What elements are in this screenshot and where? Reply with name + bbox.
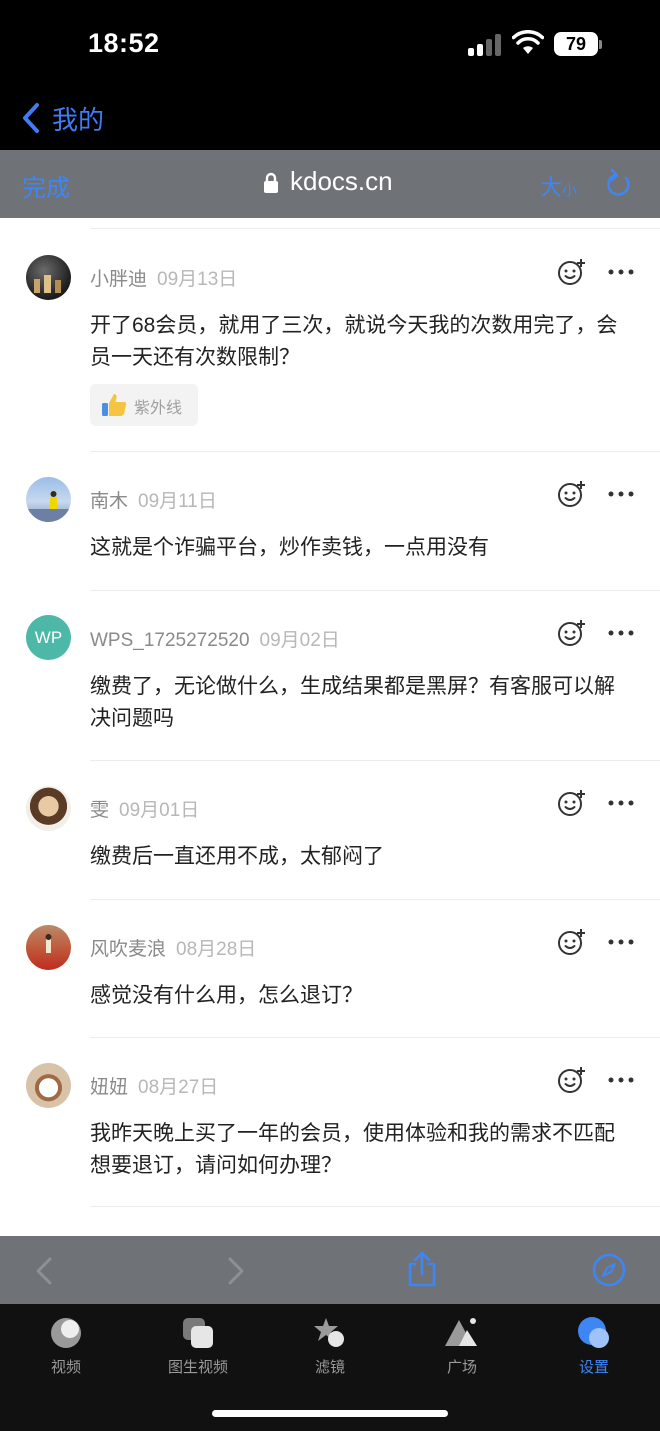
more-options-icon[interactable] xyxy=(608,1077,634,1083)
text-size-button[interactable]: 大小 xyxy=(540,170,577,202)
more-options-icon[interactable] xyxy=(608,269,634,275)
back-chevron-icon[interactable] xyxy=(20,102,42,134)
reload-icon[interactable] xyxy=(604,168,634,200)
tab-label: 视频 xyxy=(50,1359,81,1376)
add-reaction-icon[interactable] xyxy=(557,1066,585,1094)
avatar[interactable] xyxy=(26,477,71,522)
tab-filter[interactable]: 滤镜 xyxy=(290,1316,370,1377)
tab-video[interactable]: 视频 xyxy=(26,1316,106,1377)
url-text[interactable]: kdocs.cn xyxy=(290,166,393,197)
tab-settings[interactable]: 设置 xyxy=(554,1316,634,1377)
add-reaction-icon[interactable] xyxy=(557,480,585,508)
like-chip[interactable]: 紫外线 xyxy=(90,384,198,426)
text-size-small: 小 xyxy=(562,182,578,199)
settings-icon xyxy=(577,1316,611,1350)
battery-level: 79 xyxy=(554,32,598,56)
battery-tip xyxy=(599,40,602,49)
more-options-icon[interactable] xyxy=(608,939,634,945)
cellular-signal-icon xyxy=(468,34,502,56)
username-text: 妞妞 xyxy=(90,1077,129,1098)
comment-text: 感觉没有什么用，怎么退订？ xyxy=(90,984,363,1007)
avatar[interactable]: WP xyxy=(26,615,71,660)
add-reaction-icon[interactable] xyxy=(557,619,585,647)
browser-url-bar: 完成 kdocs.cn 大小 xyxy=(0,150,660,218)
back-button[interactable]: 我的 xyxy=(52,100,104,137)
comment-text: 缴费了，无论做什么，生成结果都是黑屏？有客服可以解决问题吗 xyxy=(90,675,615,730)
tab-label: 广场 xyxy=(446,1359,477,1376)
divider xyxy=(90,590,660,591)
filter-icon xyxy=(313,1316,347,1350)
browser-back-icon[interactable] xyxy=(34,1256,54,1286)
tab-image-to-video[interactable]: 图生视频 xyxy=(158,1316,238,1377)
comment-text: 开了68会员，就用了三次，就说今天我的次数用完了，会员一天还有次数限制？ xyxy=(90,314,618,369)
comment-text: 这就是个诈骗平台，炒作卖钱，一点用没有 xyxy=(90,536,489,559)
avatar[interactable] xyxy=(26,925,71,970)
divider xyxy=(90,899,660,900)
comment-list: 小胖迪 09月13日 开了68会员，就用了三次，就说今天我的次数用完了，会员一天还… xyxy=(0,218,660,1236)
comment-date: 08月28日 xyxy=(176,939,257,960)
comment-date: 09月02日 xyxy=(259,630,340,651)
username-text: 雯 xyxy=(90,800,110,821)
navigation-bar: 我的 xyxy=(0,90,660,150)
avatar[interactable] xyxy=(26,255,71,300)
avatar[interactable] xyxy=(26,786,71,831)
username-text: 南木 xyxy=(90,491,129,512)
comment-username[interactable]: 小胖迪 09月13日 xyxy=(90,264,237,291)
tab-label: 设置 xyxy=(578,1359,609,1376)
like-chip-label: 紫外线 xyxy=(134,400,183,417)
share-icon[interactable] xyxy=(406,1250,438,1288)
comment-username[interactable]: 雯 09月01日 xyxy=(90,795,199,822)
username-text: WPS_1725272520 xyxy=(90,630,250,651)
comment-date: 09月13日 xyxy=(157,269,238,290)
add-reaction-icon[interactable] xyxy=(557,258,585,286)
more-options-icon[interactable] xyxy=(608,800,634,806)
tab-plaza[interactable]: 广场 xyxy=(422,1316,502,1377)
divider xyxy=(90,1037,660,1038)
status-time: 18:52 xyxy=(88,28,160,58)
add-reaction-icon[interactable] xyxy=(557,789,585,817)
comment-username[interactable]: 风吹麦浪 08月28日 xyxy=(90,934,256,961)
divider xyxy=(90,760,660,761)
avatar[interactable] xyxy=(26,1063,71,1108)
browser-forward-icon[interactable] xyxy=(226,1256,246,1286)
comment-text: 缴费后一直还用不成，太郁闷了 xyxy=(90,845,384,868)
plaza-icon xyxy=(445,1316,479,1350)
comment-date: 09月01日 xyxy=(119,800,200,821)
comment-username[interactable]: 妞妞 08月27日 xyxy=(90,1072,218,1099)
thumbs-up-icon xyxy=(102,394,127,416)
image-to-video-icon xyxy=(181,1316,215,1350)
username-text: 小胖迪 xyxy=(90,269,148,290)
more-options-icon[interactable] xyxy=(608,491,634,497)
compass-icon[interactable] xyxy=(592,1253,626,1287)
comment-text: 我昨天晚上买了一年的会员，使用体验和我的需求不匹配想要退订，请问如何办理？ xyxy=(90,1122,615,1177)
more-options-icon[interactable] xyxy=(608,630,634,636)
tab-label: 滤镜 xyxy=(314,1359,345,1376)
divider xyxy=(90,1206,660,1207)
divider xyxy=(90,451,660,452)
username-text: 风吹麦浪 xyxy=(90,939,167,960)
comment-date: 09月11日 xyxy=(138,491,217,512)
comment-username[interactable]: 南木 09月11日 xyxy=(90,486,217,513)
browser-toolbar xyxy=(0,1236,660,1304)
divider xyxy=(90,228,660,229)
add-reaction-icon[interactable] xyxy=(557,928,585,956)
comment-username[interactable]: WPS_1725272520 09月02日 xyxy=(90,625,340,652)
done-button[interactable]: 完成 xyxy=(22,168,70,203)
tab-label: 图生视频 xyxy=(167,1359,228,1376)
tab-bar: 视频 图生视频 滤镜 广场 设置 xyxy=(0,1304,660,1431)
comment-date: 08月27日 xyxy=(138,1077,219,1098)
video-icon xyxy=(49,1316,83,1350)
wifi-icon xyxy=(512,30,544,54)
lock-icon xyxy=(264,172,278,193)
home-indicator[interactable] xyxy=(212,1410,448,1417)
text-size-big: 大 xyxy=(540,175,563,200)
status-bar: 18:52 79 xyxy=(0,0,660,90)
